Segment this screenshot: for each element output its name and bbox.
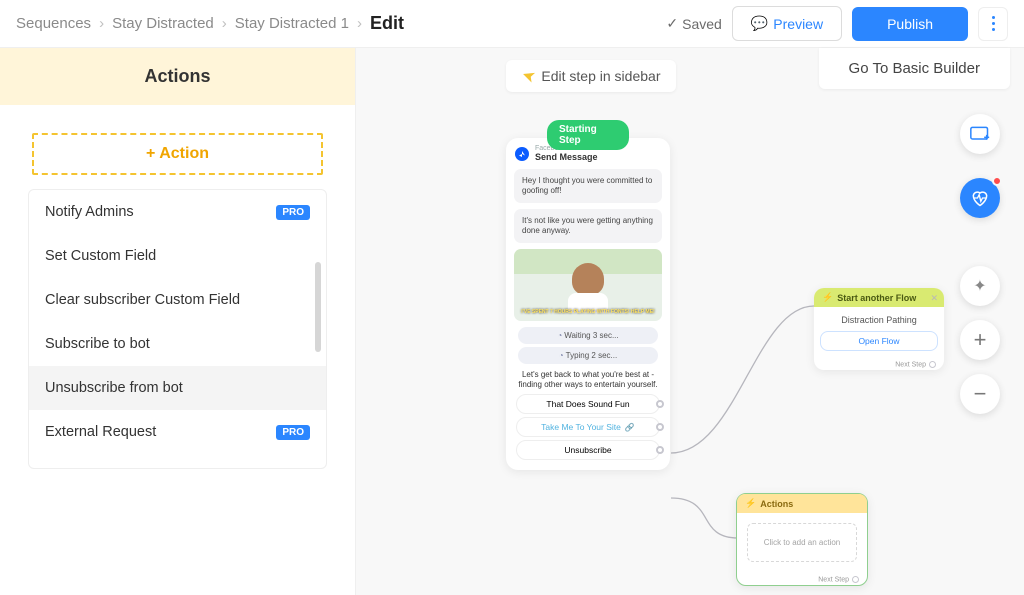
node-title: Send Message xyxy=(535,152,598,162)
crumb-stay-distracted[interactable]: Stay Distracted xyxy=(112,15,214,32)
crumb-stay-distracted-1[interactable]: Stay Distracted 1 xyxy=(235,15,349,32)
option-label: Take Me To Your Site xyxy=(541,422,621,432)
node-actions[interactable]: ⚡ Actions Click to add an action Next Ste… xyxy=(736,493,868,586)
option-label: That Does Sound Fun xyxy=(546,399,629,409)
actions-node-header: ⚡ Actions xyxy=(737,494,867,513)
message-bubble-1[interactable]: Hey I thought you were committed to goof… xyxy=(514,169,662,203)
action-label: Set Custom Field xyxy=(45,248,156,264)
option-unsubscribe[interactable]: Unsubscribe xyxy=(516,440,660,460)
option-label: Unsubscribe xyxy=(564,445,611,455)
crumb-sequences[interactable]: Sequences xyxy=(16,15,91,32)
add-action-button[interactable]: + Action xyxy=(32,133,323,175)
next-step-label: Next Step xyxy=(814,357,944,370)
scrollbar-thumb[interactable] xyxy=(315,262,321,352)
actions-head-label: Actions xyxy=(760,499,793,509)
preview-label: Preview xyxy=(773,16,823,32)
saved-status: ✓ Saved xyxy=(666,15,721,32)
option-take-site[interactable]: Take Me To Your Site 🔗 xyxy=(516,417,660,437)
basic-builder-button[interactable]: Go To Basic Builder xyxy=(819,48,1010,89)
preview-button[interactable]: 💬 Preview xyxy=(732,6,842,41)
wait-text: Waiting 3 sec... xyxy=(564,331,618,340)
actions-list[interactable]: Notify Admins PRO Set Custom Field Clear… xyxy=(28,189,327,469)
clock-icon: ◔ xyxy=(557,331,562,340)
output-port[interactable] xyxy=(656,446,664,454)
gif-caption: I'VE SPENT 7 HOURS PLAYING WITH FONTS! H… xyxy=(520,310,656,316)
bolt-icon: ⚡ xyxy=(822,292,833,303)
action-label: Notify Admins xyxy=(45,204,134,220)
publish-button[interactable]: Publish xyxy=(852,7,968,41)
action-external-request[interactable]: External Request PRO xyxy=(29,410,326,454)
pro-badge: PRO xyxy=(276,205,310,220)
output-port[interactable] xyxy=(852,576,859,583)
pro-badge: PRO xyxy=(276,425,310,440)
heart-pulse-icon xyxy=(970,188,990,208)
clock-icon: ◔ xyxy=(559,351,564,360)
output-port[interactable] xyxy=(929,361,936,368)
bolt-icon: ⚡ xyxy=(745,498,756,509)
chevron-right-icon: › xyxy=(357,15,362,32)
action-google-sheets[interactable]: Google Sheets Actions PRO xyxy=(29,454,326,469)
flow-name: Distraction Pathing xyxy=(820,315,938,325)
open-flow-button[interactable]: Open Flow xyxy=(820,331,938,351)
zoom-out-button[interactable]: − xyxy=(960,374,1000,414)
output-port[interactable] xyxy=(656,423,664,431)
pointer-icon: ➤ xyxy=(519,64,538,87)
waiting-pill[interactable]: ◔Waiting 3 sec... xyxy=(518,327,658,344)
more-menu-button[interactable] xyxy=(978,7,1008,41)
action-label: Clear subscriber Custom Field xyxy=(45,292,240,308)
zoom-in-button[interactable]: + xyxy=(960,320,1000,360)
close-icon[interactable]: ✕ xyxy=(930,293,938,304)
gif-attachment[interactable]: I'VE SPENT 7 HOURS PLAYING WITH FONTS! H… xyxy=(514,249,662,321)
action-label: Google Sheets Actions xyxy=(69,468,216,469)
app-header: Sequences › Stay Distracted › Stay Distr… xyxy=(0,0,1024,48)
notification-dot xyxy=(992,176,1002,186)
sparkle-icon: ✦ xyxy=(973,276,986,296)
breadcrumb: Sequences › Stay Distracted › Stay Distr… xyxy=(16,13,404,34)
check-icon: ✓ xyxy=(666,15,678,32)
message-bubble-2[interactable]: It's not like you were getting anything … xyxy=(514,209,662,243)
type-text: Typing 2 sec... xyxy=(566,351,618,360)
starting-step-badge: Starting Step xyxy=(547,120,629,150)
minus-icon: − xyxy=(974,381,987,407)
actions-sidebar: Actions + Action Notify Admins PRO Set C… xyxy=(0,48,356,595)
action-label: Subscribe to bot xyxy=(45,336,150,352)
health-button[interactable] xyxy=(960,178,1000,218)
flow-canvas[interactable]: ➤ Edit step in sidebar Go To Basic Build… xyxy=(356,48,1024,595)
chat-icon: 💬 xyxy=(751,15,768,32)
hint-text: Edit step in sidebar xyxy=(541,68,660,84)
chevron-right-icon: › xyxy=(99,15,104,32)
plus-icon: + xyxy=(974,327,987,353)
output-port[interactable] xyxy=(656,400,664,408)
add-action-placeholder[interactable]: Click to add an action xyxy=(747,523,857,562)
next-step-label: Next Step xyxy=(737,572,867,585)
action-clear-custom-field[interactable]: Clear subscriber Custom Field xyxy=(29,278,326,322)
action-notify-admins[interactable]: Notify Admins PRO xyxy=(29,190,326,234)
magic-button[interactable]: ✦ xyxy=(960,266,1000,306)
add-card-button[interactable] xyxy=(960,114,1000,154)
edit-hint: ➤ Edit step in sidebar xyxy=(506,60,676,92)
action-label: External Request xyxy=(45,424,156,440)
messenger-icon xyxy=(515,147,529,161)
card-plus-icon xyxy=(970,126,990,142)
action-label: Unsubscribe from bot xyxy=(45,380,183,396)
option-sound-fun[interactable]: That Does Sound Fun xyxy=(516,394,660,414)
google-sheets-icon xyxy=(45,468,61,469)
message-bubble-3[interactable]: Let's get back to what you're best at - … xyxy=(516,370,660,390)
saved-label: Saved xyxy=(682,16,722,32)
sidebar-title: Actions xyxy=(0,48,355,105)
flow-node-header: ⚡ Start another Flow xyxy=(814,288,944,307)
node-send-message[interactable]: Starting Step Facebook Send Message Hey … xyxy=(506,138,670,470)
crumb-current: Edit xyxy=(370,13,404,34)
chevron-right-icon: › xyxy=(222,15,227,32)
node-start-flow[interactable]: ⚡ Start another Flow ✕ Distraction Pathin… xyxy=(814,288,944,370)
link-icon: 🔗 xyxy=(625,423,635,432)
flow-head-label: Start another Flow xyxy=(837,293,916,303)
action-unsubscribe-bot[interactable]: Unsubscribe from bot xyxy=(29,366,326,410)
typing-pill[interactable]: ◔Typing 2 sec... xyxy=(518,347,658,364)
pro-badge: PRO xyxy=(276,469,310,470)
action-set-custom-field[interactable]: Set Custom Field xyxy=(29,234,326,278)
action-subscribe-bot[interactable]: Subscribe to bot xyxy=(29,322,326,366)
